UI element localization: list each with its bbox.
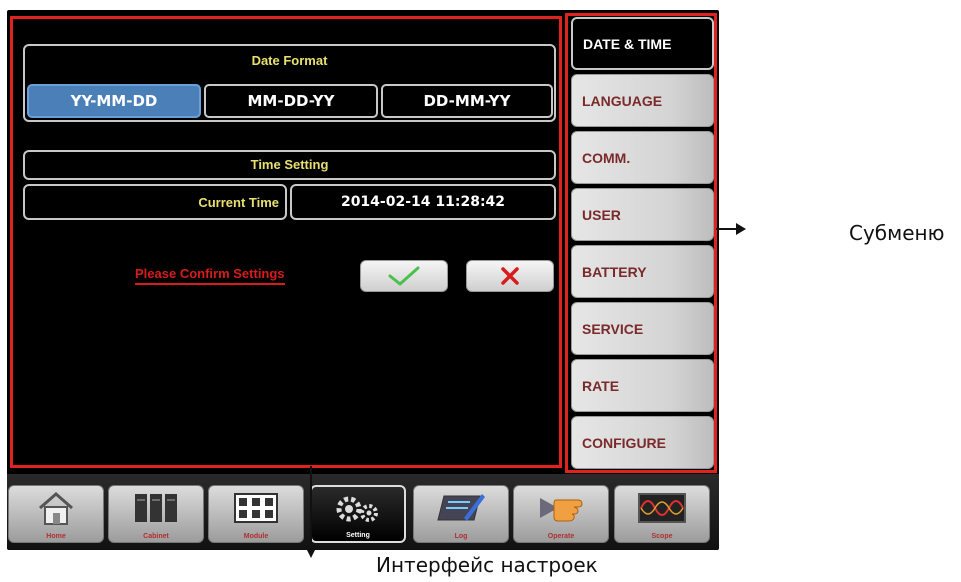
nav-log-label: Log (454, 533, 468, 540)
nav-module[interactable]: Module (208, 485, 304, 543)
settings-interface-highlight (10, 16, 562, 468)
home-icon (39, 492, 73, 525)
nav-log[interactable]: Log (413, 485, 509, 543)
submenu-highlight (565, 13, 717, 473)
hand-icon (540, 498, 583, 522)
nav-setting[interactable]: Setting (310, 485, 406, 543)
nav-setting-label: Setting (346, 532, 370, 539)
log-icon (437, 494, 485, 521)
scope-icon (638, 493, 686, 523)
gear-icon (336, 496, 378, 522)
nav-cabinet-label: Cabinet (143, 533, 169, 540)
nav-module-label: Module (243, 533, 269, 540)
nav-cabinet[interactable]: Cabinet (108, 485, 204, 543)
settings-interface-arrow-icon (305, 466, 317, 558)
settings-interface-caption: Интерфейс настроек (376, 553, 598, 577)
submenu-arrow-icon (716, 223, 746, 235)
nav-operate-label: Operate (547, 533, 575, 540)
nav-scope-label: Scope (651, 533, 673, 540)
nav-home[interactable]: Home (8, 485, 104, 543)
cabinet-icon (135, 494, 177, 522)
nav-scope[interactable]: Scope (614, 485, 710, 543)
nav-operate[interactable]: Operate (513, 485, 609, 543)
submenu-caption: Субменю (849, 221, 945, 245)
module-icon (234, 493, 278, 523)
nav-home-label: Home (46, 533, 66, 540)
